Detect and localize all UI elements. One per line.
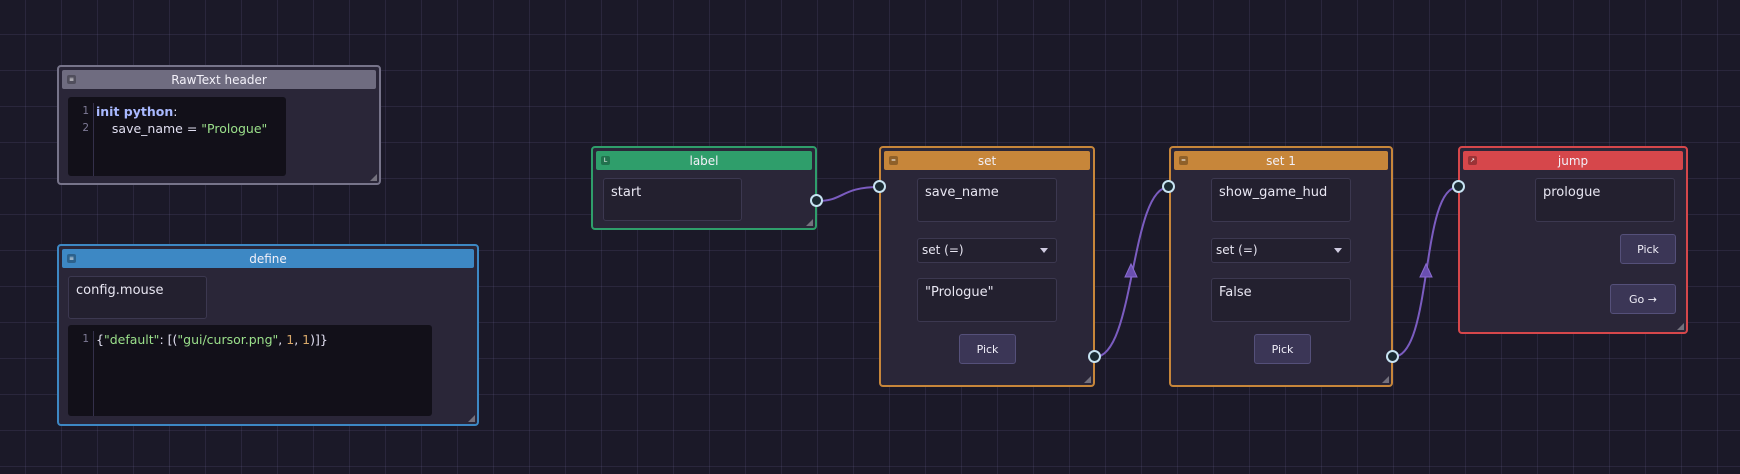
line-number-gutter: 1 <box>68 331 94 416</box>
output-port[interactable] <box>810 194 823 207</box>
wire-set1-to-jump <box>1392 186 1459 358</box>
pick-button[interactable]: Pick <box>1620 234 1676 264</box>
label-name-field[interactable]: start <box>603 178 742 221</box>
operator-dropdown[interactable]: set (=) <box>917 238 1057 263</box>
go-button-label: Go → <box>1629 292 1657 306</box>
node-header[interactable]: = set <box>884 151 1090 170</box>
code-token: "gui/cursor.png" <box>177 332 279 347</box>
line-number: 1 <box>82 105 89 117</box>
pick-button-label: Pick <box>1271 342 1294 356</box>
node-title: define <box>249 251 287 266</box>
line-number: 1 <box>82 333 89 345</box>
define-icon: ≡ <box>67 254 76 263</box>
rawtext-header-node[interactable]: ≡ RawText header 12 init python: save_na… <box>57 65 381 185</box>
pick-button[interactable]: Pick <box>959 334 1016 364</box>
jump-target-field[interactable]: prologue <box>1535 178 1675 222</box>
node-header[interactable]: ↗ jump <box>1463 151 1683 170</box>
code-lines: {"default": [("gui/cursor.png", 1, 1)]} <box>96 331 328 348</box>
variable-value: save_name <box>925 185 999 200</box>
node-header[interactable]: ≡ define <box>62 249 474 268</box>
code-token: "default" <box>103 332 160 347</box>
code-token: save_name = <box>96 121 202 136</box>
variable-field[interactable]: show_game_hud <box>1211 178 1351 222</box>
node-header[interactable]: L label <box>596 151 812 170</box>
code-editor[interactable]: 12 init python: save_name = "Prologue" <box>68 97 286 176</box>
code-token: , <box>294 332 303 347</box>
output-port[interactable] <box>1088 350 1101 363</box>
define-name-value: config.mouse <box>76 283 164 298</box>
code-icon: ≡ <box>67 75 76 84</box>
code-line: {"default": [("gui/cursor.png", 1, 1)]} <box>96 331 328 348</box>
code-line: save_name = "Prologue" <box>96 120 267 137</box>
operator-dropdown[interactable]: set (=) <box>1211 238 1351 263</box>
label-name-value: start <box>611 185 642 200</box>
code-token: "Prologue" <box>201 121 268 136</box>
wire-set-to-set1 <box>1094 186 1170 358</box>
value-field[interactable]: "Prologue" <box>917 278 1057 322</box>
pick-button[interactable]: Pick <box>1254 334 1311 364</box>
node-title: label <box>689 153 719 168</box>
code-line: init python: <box>96 103 267 120</box>
node-title: set 1 <box>1266 153 1296 168</box>
chevron-down-icon <box>1040 248 1048 253</box>
wire-direction-arrow <box>1419 262 1433 278</box>
chevron-down-icon <box>1334 248 1342 253</box>
code-token: 1 <box>302 332 311 347</box>
variable-field[interactable]: save_name <box>917 178 1057 222</box>
resize-handle[interactable] <box>1382 376 1389 383</box>
variable-value: show_game_hud <box>1219 185 1328 200</box>
jump-icon: ↗ <box>1468 156 1477 165</box>
line-number: 2 <box>82 122 89 134</box>
code-editor[interactable]: 1 {"default": [("gui/cursor.png", 1, 1)]… <box>68 325 432 416</box>
resize-handle[interactable] <box>1677 323 1684 330</box>
set-icon: = <box>1179 156 1188 165</box>
node-header[interactable]: = set 1 <box>1174 151 1388 170</box>
pick-button-label: Pick <box>976 342 999 356</box>
code-token: )]} <box>310 332 328 347</box>
code-token: { <box>96 332 104 347</box>
input-port[interactable] <box>1162 180 1175 193</box>
node-header[interactable]: ≡ RawText header <box>62 70 376 89</box>
jump-node[interactable]: ↗ jump prologue Pick Go → <box>1458 146 1688 334</box>
input-port[interactable] <box>873 180 886 193</box>
value-field[interactable]: False <box>1211 278 1351 322</box>
jump-target-value: prologue <box>1543 185 1601 200</box>
label-icon: L <box>601 156 610 165</box>
node-title: jump <box>1557 153 1589 168</box>
resize-handle[interactable] <box>370 174 377 181</box>
code-lines: init python: save_name = "Prologue" <box>96 103 267 137</box>
node-title: RawText header <box>171 72 267 87</box>
code-token: : <box>173 104 178 119</box>
define-name-field[interactable]: config.mouse <box>68 276 207 319</box>
code-token: init python <box>96 104 174 119</box>
node-title: set <box>977 153 997 168</box>
pick-button-label: Pick <box>1637 242 1659 256</box>
output-port[interactable] <box>1386 350 1399 363</box>
wire-label-to-set <box>816 186 881 202</box>
node-graph-canvas[interactable]: ≡ RawText header 12 init python: save_na… <box>0 0 1740 474</box>
go-button[interactable]: Go → <box>1610 284 1676 314</box>
resize-handle[interactable] <box>1084 376 1091 383</box>
code-token: : [( <box>159 332 178 347</box>
resize-handle[interactable] <box>468 415 475 422</box>
wire-direction-arrow <box>1124 262 1138 278</box>
operator-value: set (=) <box>922 243 964 257</box>
set-icon: = <box>889 156 898 165</box>
value-text: "Prologue" <box>925 285 994 300</box>
line-number-gutter: 12 <box>68 103 94 176</box>
operator-value: set (=) <box>1216 243 1258 257</box>
define-node[interactable]: ≡ define config.mouse 1 {"default": [("g… <box>57 244 479 426</box>
input-port[interactable] <box>1452 180 1465 193</box>
value-text: False <box>1219 285 1252 300</box>
label-node[interactable]: L label start <box>591 146 817 230</box>
set-node[interactable]: = set save_name set (=) "Prologue" Pick <box>879 146 1095 387</box>
set-1-node[interactable]: = set 1 show_game_hud set (=) False Pick <box>1169 146 1393 387</box>
code-token: 1 <box>286 332 295 347</box>
resize-handle[interactable] <box>806 219 813 226</box>
